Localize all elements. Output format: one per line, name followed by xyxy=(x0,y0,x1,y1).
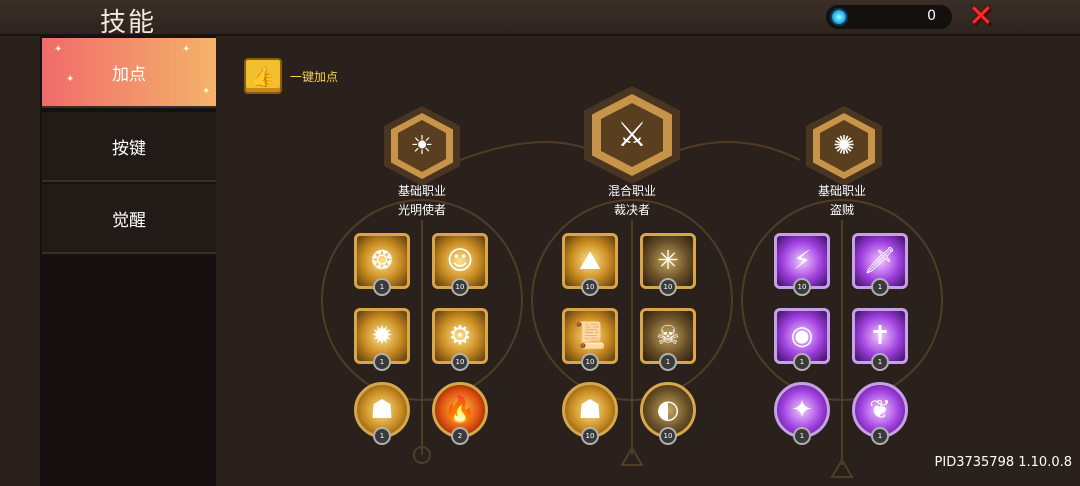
skill-slot[interactable]: ✝ 1 xyxy=(852,308,908,371)
golem-icon: ☗ xyxy=(370,395,394,425)
skill-slot[interactable]: 📜 10 xyxy=(562,308,618,371)
skill-level-badge: 10 xyxy=(451,278,469,296)
sun-icon: ☀ xyxy=(410,131,434,161)
class-name-label: 裁决者 xyxy=(613,203,650,217)
skill-slot[interactable]: ☗ 10 xyxy=(562,382,618,445)
skill-slot[interactable]: ❦ 1 xyxy=(852,382,908,445)
skill-level-badge: 2 xyxy=(451,427,469,445)
class-type-label: 基础职业 xyxy=(397,184,446,198)
skill-level-badge: 10 xyxy=(581,427,599,445)
hooded-figure-icon: ☗ xyxy=(578,395,602,425)
shadow-figure-icon: ☠ xyxy=(656,321,680,351)
class-type-label: 混合职业 xyxy=(607,184,656,198)
skill-level-badge: 1 xyxy=(373,427,391,445)
blade-arc-icon: ◐ xyxy=(656,395,680,425)
skill-slot[interactable]: 🗡 1 xyxy=(852,233,908,296)
skill-slot[interactable]: ✳ 10 xyxy=(640,233,696,296)
skill-level-badge: 1 xyxy=(793,353,811,371)
mountain-slash-icon: ⛰ xyxy=(579,245,601,276)
skill-level-badge: 1 xyxy=(373,353,391,371)
gear-burst-icon: ⚙ xyxy=(448,321,472,351)
skill-slot[interactable]: ✦ 1 xyxy=(774,382,830,445)
dark-slash-icon: ⚡ xyxy=(792,246,812,276)
build-id-label: PID3735798 1.10.0.8 xyxy=(934,455,1072,470)
crossed-swords-icon: ⚔ xyxy=(616,115,648,155)
skill-slot[interactable]: ✹ 1 xyxy=(354,308,410,371)
skill-level-badge: 1 xyxy=(871,427,889,445)
skill-slot[interactable]: ◉ 1 xyxy=(774,308,830,371)
shadow-orb-icon: ◉ xyxy=(790,321,814,351)
sun-wheel-icon: ✹ xyxy=(371,321,393,351)
skill-level-badge: 10 xyxy=(659,427,677,445)
skill-slot[interactable]: ◐ 10 xyxy=(640,382,696,445)
dagger-strike-icon: ✝ xyxy=(869,321,891,351)
skill-slot[interactable]: ❂ 1 xyxy=(354,233,410,296)
radiant-burst-icon: ✳ xyxy=(657,246,679,276)
skill-level-badge: 10 xyxy=(659,278,677,296)
scroll-icon: 📜 xyxy=(573,321,607,351)
class-type-label: 基础职业 xyxy=(817,184,866,198)
skill-slot[interactable]: ⛰ 10 xyxy=(562,233,618,296)
skill-slot[interactable]: ⚡ 10 xyxy=(774,233,830,296)
light-orbs-icon: ❂ xyxy=(371,246,393,276)
skill-level-badge: 10 xyxy=(581,353,599,371)
skill-slot[interactable]: ☗ 1 xyxy=(354,382,410,445)
spirit-icon: ☺ xyxy=(446,246,474,276)
skill-level-badge: 1 xyxy=(373,278,391,296)
skill-slot[interactable]: ☠ 1 xyxy=(640,308,696,371)
void-burst-icon: ✦ xyxy=(791,395,813,425)
twin-daggers-icon: 🗡 xyxy=(863,246,897,276)
fire-icon: 🔥 xyxy=(443,395,477,425)
skill-level-badge: 10 xyxy=(581,278,599,296)
skill-level-badge: 1 xyxy=(659,353,677,371)
skill-level-badge: 1 xyxy=(871,278,889,296)
dark-eye-icon: ✺ xyxy=(833,131,855,161)
class-name-label: 光明使者 xyxy=(397,203,446,217)
skill-level-badge: 1 xyxy=(871,353,889,371)
phantom-icon: ❦ xyxy=(869,395,891,425)
skill-level-badge: 1 xyxy=(793,427,811,445)
skill-slot[interactable]: ⚙ 10 xyxy=(432,308,488,371)
skill-level-badge: 10 xyxy=(793,278,811,296)
skill-level-badge: 10 xyxy=(451,353,469,371)
skill-slot[interactable]: 🔥 2 xyxy=(432,382,488,445)
class-name-label: 盗贼 xyxy=(829,203,854,217)
skill-tree-lines xyxy=(321,141,943,478)
skill-slot[interactable]: ☺ 10 xyxy=(432,233,488,296)
